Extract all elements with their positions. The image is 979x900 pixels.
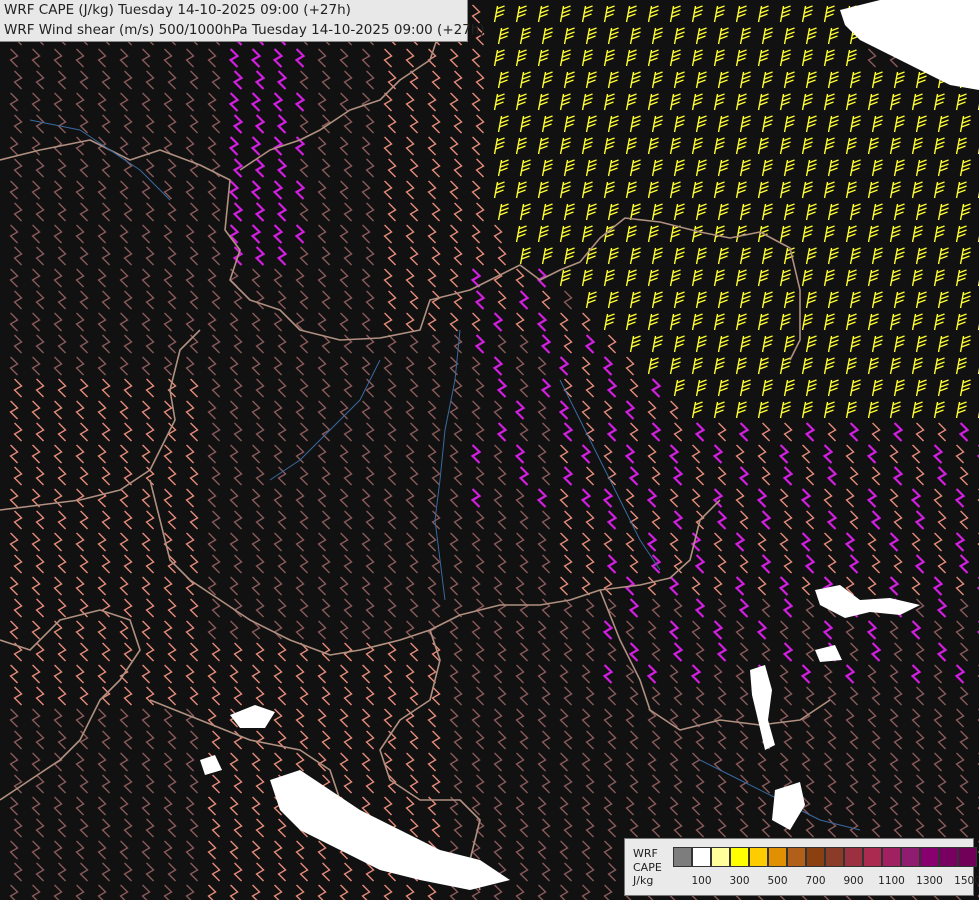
legend-swatch	[711, 847, 730, 867]
legend-tick-label: 300	[729, 875, 750, 887]
legend-swatch	[863, 847, 882, 867]
legend-swatch	[939, 847, 958, 867]
legend-swatch	[806, 847, 825, 867]
legend-tick-label: 900	[843, 875, 864, 887]
legend-swatch	[749, 847, 768, 867]
legend-parameter: CAPE	[633, 860, 662, 874]
cape-title: WRF CAPE (J/kg) Tuesday 14-10-2025 09:00…	[4, 2, 351, 18]
legend-tick-label: 1500	[954, 875, 979, 887]
legend-swatch	[768, 847, 787, 867]
legend-model: WRF	[633, 847, 658, 860]
legend-swatch	[920, 847, 939, 867]
cape-legend: WRF CAPE J/kg 100 300 500 700 900 1100 1300 150…	[624, 838, 979, 896]
legend-tick-labels: 100 300 500 700 900 1100 1300 1500	[673, 875, 979, 889]
legend-swatch	[787, 847, 806, 867]
legend-tick-label: 100	[691, 875, 712, 887]
legend-swatch	[692, 847, 711, 867]
legend-color-scale	[673, 847, 977, 867]
legend-title: WRF CAPE J/kg	[633, 847, 662, 888]
legend-tick-label: 700	[805, 875, 826, 887]
legend-swatch	[844, 847, 863, 867]
legend-swatch	[958, 847, 977, 867]
legend-tick-label: 1100	[878, 875, 905, 887]
legend-swatch	[901, 847, 920, 867]
legend-swatch	[673, 847, 692, 867]
legend-swatch	[882, 847, 901, 867]
map-title-box: WRF CAPE (J/kg) Tuesday 14-10-2025 09:00…	[0, 0, 485, 42]
legend-unit: J/kg	[633, 874, 654, 887]
legend-swatch	[825, 847, 844, 867]
legend-tick-label: 500	[767, 875, 788, 887]
legend-tick-label: 1300	[916, 875, 943, 887]
wind-shear-title: WRF Wind shear (m/s) 500/1000hPa Tuesday…	[4, 22, 485, 38]
weather-map	[0, 0, 979, 900]
legend-swatch	[730, 847, 749, 867]
